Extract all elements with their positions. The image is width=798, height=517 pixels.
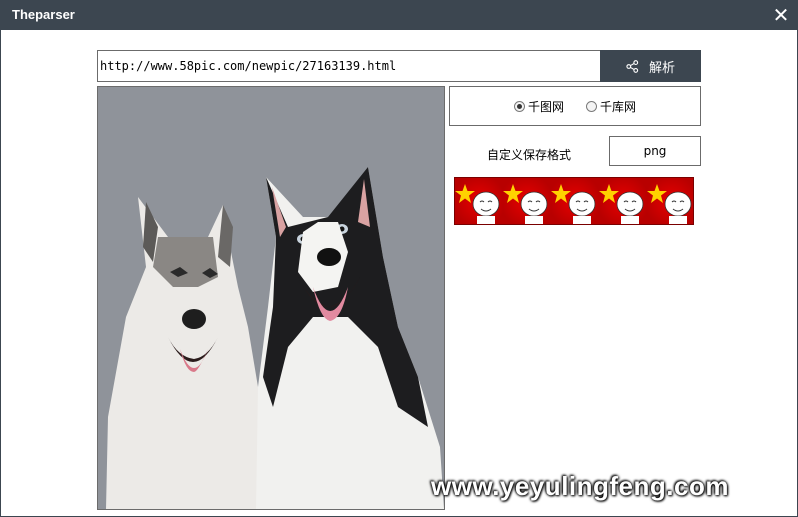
source-selector: 千图网 千库网 — [449, 86, 701, 126]
share-icon — [626, 59, 639, 73]
radio-qianku[interactable]: 千库网 — [586, 98, 636, 115]
parse-button-label: 解析 — [648, 60, 675, 76]
radio-label: 千库网 — [600, 99, 637, 114]
close-icon[interactable]: ✕ — [769, 3, 793, 27]
banner-tile — [551, 178, 599, 224]
radio-label: 千图网 — [527, 99, 564, 114]
watermark-text: www.yeyulingfeng.com — [431, 471, 729, 501]
parse-button[interactable]: 解析 — [600, 50, 701, 82]
window-title: Theparser — [12, 7, 75, 22]
url-input[interactable] — [97, 50, 601, 82]
banner-tile — [503, 178, 551, 224]
banner-tile — [455, 178, 503, 224]
banner-tile — [647, 178, 693, 224]
emoji-banner-image — [454, 177, 694, 225]
app-window: Theparser ✕ 解析 — [0, 0, 798, 517]
preview-image — [97, 86, 445, 510]
radio-qiantu[interactable]: 千图网 — [513, 98, 564, 115]
format-input[interactable] — [609, 136, 701, 166]
radio-indicator — [586, 100, 597, 112]
format-label: 自定义保存格式 — [487, 148, 572, 162]
banner-tile — [599, 178, 647, 224]
title-bar: Theparser ✕ — [1, 1, 797, 30]
radio-indicator — [513, 100, 525, 112]
husky-dogs-photo — [106, 167, 444, 509]
